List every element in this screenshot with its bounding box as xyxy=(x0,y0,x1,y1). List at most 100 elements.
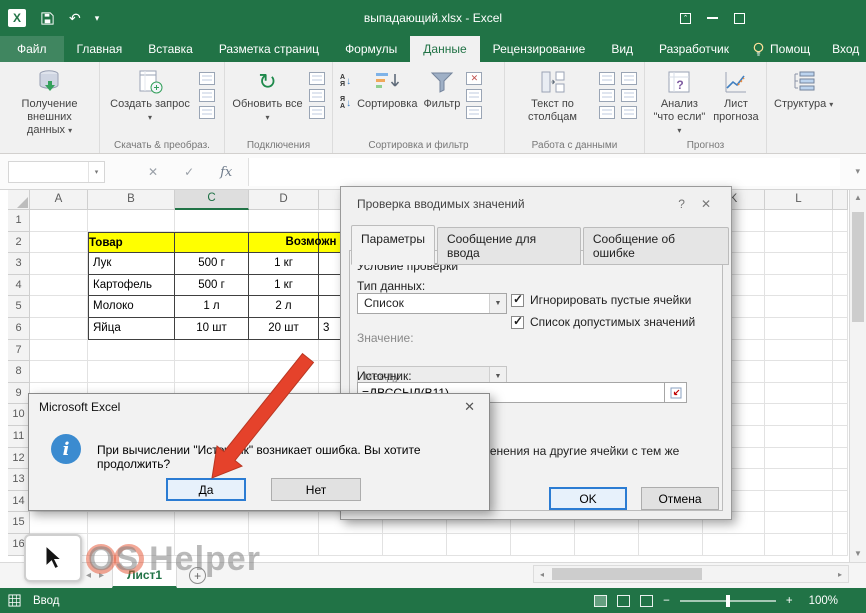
select-all-corner[interactable] xyxy=(8,190,30,210)
get-external-data-button[interactable]: Получение внешних данных ▾ xyxy=(4,65,95,137)
cell-B2[interactable]: Товар xyxy=(88,232,175,254)
tab-formulas[interactable]: Формулы xyxy=(332,36,410,62)
view-page-layout-icon[interactable] xyxy=(617,595,630,607)
cell-1[interactable] xyxy=(833,210,848,232)
column-header-D[interactable]: D xyxy=(249,190,319,210)
formula-input[interactable] xyxy=(249,158,840,186)
undo-icon[interactable]: ↶ xyxy=(69,10,81,27)
cell-D5[interactable]: 2 л xyxy=(249,296,319,318)
sort-za-icon[interactable]: ЯА↓ xyxy=(340,94,351,112)
cell-16[interactable] xyxy=(833,534,848,556)
cell-L12[interactable] xyxy=(765,448,833,470)
cell-L11[interactable] xyxy=(765,426,833,448)
cell-D2[interactable] xyxy=(249,232,319,254)
cell-7[interactable] xyxy=(833,340,848,362)
cell-L7[interactable] xyxy=(765,340,833,362)
name-box-input[interactable] xyxy=(9,162,88,182)
cell-6[interactable] xyxy=(833,318,848,340)
ignore-blank-checkbox-box[interactable] xyxy=(511,294,524,307)
qat-customize-icon[interactable]: ▾ xyxy=(95,13,100,24)
range-picker-button[interactable] xyxy=(665,382,687,403)
data-type-dropdown-icon[interactable]: ▼ xyxy=(489,294,506,313)
cell-B15[interactable] xyxy=(88,512,175,534)
row-header-6[interactable]: 6 xyxy=(8,318,30,340)
cell-L8[interactable] xyxy=(765,361,833,383)
reapply-filter-icon[interactable] xyxy=(466,89,482,102)
cell-C1[interactable] xyxy=(175,210,249,232)
cell-L1[interactable] xyxy=(765,210,833,232)
yes-button[interactable]: Да xyxy=(166,478,246,501)
sign-in-button[interactable]: Вход xyxy=(820,36,866,62)
zoom-in-icon[interactable]: + xyxy=(786,595,793,607)
row-header-11[interactable]: 11 xyxy=(8,426,30,448)
message-box-title-bar[interactable]: Microsoft Excel ✕ xyxy=(29,394,489,420)
cell-3[interactable] xyxy=(833,253,848,275)
ribbon-display-options-icon[interactable]: ⌃ xyxy=(680,13,691,24)
row-header-3[interactable]: 3 xyxy=(8,253,30,275)
cell-D4[interactable]: 1 кг xyxy=(249,275,319,297)
row-header-1[interactable]: 1 xyxy=(8,210,30,232)
cell-B1[interactable] xyxy=(88,210,175,232)
vertical-scrollbar[interactable]: ▲ ▼ xyxy=(849,190,866,562)
cell-D7[interactable] xyxy=(249,340,319,362)
advanced-filter-icon[interactable] xyxy=(466,106,482,119)
row-header-8[interactable]: 8 xyxy=(8,361,30,383)
tab-page-layout[interactable]: Разметка страниц xyxy=(206,36,332,62)
expand-formula-bar-icon[interactable]: ▾ xyxy=(855,166,860,177)
cell-K16[interactable] xyxy=(703,534,765,556)
cell-H16[interactable] xyxy=(511,534,575,556)
sort-button[interactable]: Сортировка xyxy=(354,65,420,111)
outline-button[interactable]: Структура ▾ xyxy=(771,65,836,111)
cell-L6[interactable] xyxy=(765,318,833,340)
tell-me-help[interactable]: Помощ xyxy=(742,36,820,62)
cell-L2[interactable] xyxy=(765,232,833,254)
column-header-A[interactable]: A xyxy=(30,190,88,210)
formula-input-area[interactable] xyxy=(248,158,840,186)
data-validation-icon[interactable] xyxy=(599,106,615,119)
cell-C2[interactable] xyxy=(175,232,249,254)
cell-L4[interactable] xyxy=(765,275,833,297)
cell-L16[interactable] xyxy=(765,534,833,556)
cancel-button[interactable]: Отмена xyxy=(641,487,719,510)
cell-C6[interactable]: 10 шт xyxy=(175,318,249,340)
cell-2[interactable] xyxy=(833,232,848,254)
manage-data-model-icon[interactable] xyxy=(621,106,637,119)
cell-A2[interactable] xyxy=(30,232,88,254)
connections-icon[interactable] xyxy=(309,72,325,85)
cell-A6[interactable] xyxy=(30,318,88,340)
properties-icon[interactable] xyxy=(309,89,325,102)
in-cell-dropdown-checkbox-box[interactable] xyxy=(511,316,524,329)
recent-sources-icon[interactable] xyxy=(199,106,215,119)
cell-L5[interactable] xyxy=(765,296,833,318)
data-type-combobox[interactable]: Список ▼ xyxy=(357,293,507,314)
from-table-icon[interactable] xyxy=(199,89,215,102)
row-header-14[interactable]: 14 xyxy=(8,491,30,513)
cell-F16[interactable] xyxy=(383,534,447,556)
cell-D15[interactable] xyxy=(249,512,319,534)
cell-B7[interactable] xyxy=(88,340,175,362)
cell-L14[interactable] xyxy=(765,491,833,513)
excel-app-icon[interactable]: X xyxy=(8,9,26,27)
save-icon[interactable] xyxy=(40,11,55,26)
cell-C7[interactable] xyxy=(175,340,249,362)
filter-button[interactable]: Фильтр xyxy=(420,65,463,111)
ignore-blank-checkbox[interactable]: Игнорировать пустые ячейки xyxy=(511,293,691,307)
zoom-level-label[interactable]: 100% xyxy=(809,595,838,607)
tab-file[interactable]: Файл xyxy=(0,36,64,62)
message-box-close-icon[interactable]: ✕ xyxy=(458,399,481,415)
scroll-down-icon[interactable]: ▼ xyxy=(850,546,866,562)
cell-A8[interactable] xyxy=(30,361,88,383)
cell-A1[interactable] xyxy=(30,210,88,232)
zoom-out-icon[interactable]: − xyxy=(663,595,670,607)
tab-review[interactable]: Рецензирование xyxy=(480,36,599,62)
new-query-button[interactable]: Создать запрос ▾ xyxy=(104,65,196,124)
scroll-right-icon[interactable]: ▸ xyxy=(832,570,848,579)
cell-D6[interactable]: 20 шт xyxy=(249,318,319,340)
cell-A15[interactable] xyxy=(30,512,88,534)
row-header-12[interactable]: 12 xyxy=(8,448,30,470)
text-to-columns-button[interactable]: Текст по столбцам xyxy=(509,65,596,124)
tab-insert[interactable]: Вставка xyxy=(135,36,206,62)
cell-B5[interactable]: Молоко xyxy=(88,296,175,318)
sort-az-icon[interactable]: АЯ↓ xyxy=(340,72,351,90)
row-header-2[interactable]: 2 xyxy=(8,232,30,254)
